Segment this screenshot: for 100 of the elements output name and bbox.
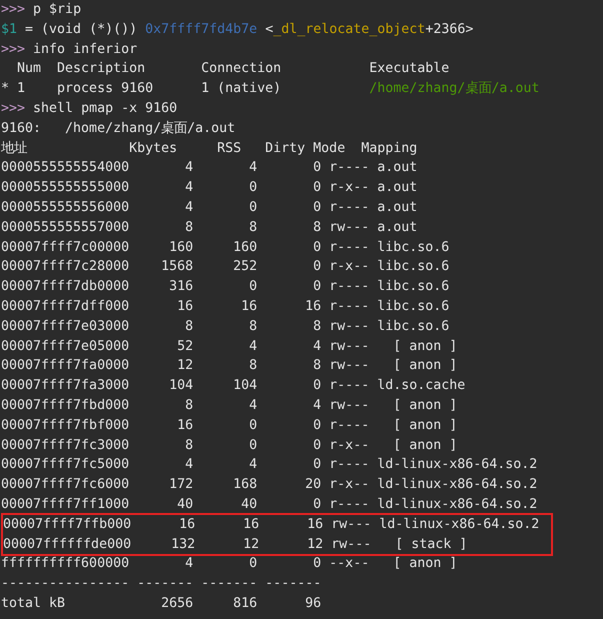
column-header: Dirty	[265, 140, 306, 158]
kbytes-cell-text: 1568	[161, 258, 194, 276]
mapping-cell-text: ld-linux-x86-64.so.2	[377, 496, 538, 514]
kbytes-cell-text: 52	[177, 338, 194, 356]
dirty-cell-text: 8	[313, 357, 322, 376]
console-text: info inferior	[32, 42, 138, 57]
dirty-cell-text: 4	[313, 338, 322, 356]
dirty-cell-text: 20	[305, 476, 322, 494]
total-label: total kB	[1, 594, 66, 613]
address-cell-text: 00007ffff7fc3000	[1, 436, 130, 455]
rss-cell-text: 40	[241, 496, 258, 514]
address-cell-text: 00007ffff7fc5000	[1, 456, 130, 474]
mode-cell-text: rw---	[329, 318, 370, 336]
mode-cell-text: r----	[329, 198, 370, 217]
address-cell-text: 00007ffff7e03000	[1, 318, 130, 336]
console-text: * 1 process 9160 1 (native)	[1, 81, 282, 96]
dirty-cell-text: 0	[313, 159, 322, 178]
dirty-cell-text: 0	[313, 198, 322, 217]
mode-cell-text: rw---	[329, 357, 370, 376]
address-cell-text: 00007ffff7fa0000	[1, 357, 130, 376]
console-text: shell pmap -x 9160	[32, 100, 178, 116]
address-cell-text: 00007ffff7c28000	[1, 258, 130, 276]
rss-cell-text: 0	[249, 416, 258, 435]
rss-cell-text: 16	[243, 516, 260, 534]
mapping-cell-text: ld.so.cache	[377, 377, 466, 396]
dirty-cell-text: 0	[313, 436, 322, 455]
address-cell-text: 00007ffff7fbd000	[1, 396, 130, 415]
mapping-cell-text: libc.so.6	[377, 318, 450, 336]
dirty-cell-text: 4	[313, 396, 322, 415]
rss-cell-text: 12	[243, 536, 260, 554]
kbytes-cell-text: 104	[169, 377, 194, 396]
mode-cell-text: r----	[329, 377, 370, 396]
address-cell-text: 00007ffff7ff1000	[1, 496, 130, 514]
mapping-cell-text: [ anon ]	[392, 396, 458, 415]
rss-cell-text: 8	[249, 218, 258, 237]
console-text: Num Description Connection Executable	[16, 61, 450, 76]
symbol-text: _dl_relocate_object	[273, 22, 426, 37]
mapping-cell-text: a.out	[377, 198, 418, 217]
rss-cell-text: 0	[249, 555, 258, 574]
prompt-text: >>>	[1, 2, 26, 17]
mode-cell-text: rw---	[329, 338, 370, 356]
kbytes-cell-text: 8	[185, 318, 194, 336]
address-cell-text: 00007ffff7dff000	[1, 298, 130, 316]
mapping-cell-text: ld-linux-x86-64.so.2	[377, 456, 538, 474]
column-header: Kbytes	[129, 140, 178, 158]
mapping-cell-text: a.out	[377, 179, 418, 198]
mapping-cell-text: [ stack ]	[394, 536, 468, 554]
mode-cell-text: --x--	[329, 555, 370, 574]
kbytes-cell-text: 40	[177, 496, 194, 514]
address-cell-text: ffffffffff600000	[1, 555, 130, 574]
column-header: Mapping	[361, 140, 418, 158]
prompt-text: >>>	[1, 42, 26, 57]
dirty-cell-text: 96	[305, 594, 322, 613]
column-header: 地址	[1, 140, 27, 158]
address-cell-text: 00007ffff7e05000	[1, 338, 130, 356]
mode-cell-text: r----	[329, 456, 370, 474]
mapping-cell-text: [ anon ]	[392, 416, 458, 435]
dirty-cell-text: 0	[313, 416, 322, 435]
dirty-cell-text: 12	[307, 536, 324, 554]
variable-text: $1	[1, 22, 18, 37]
rss-cell-text: 0	[249, 436, 258, 455]
mapping-cell-text: ld-linux-x86-64.so.2	[377, 476, 538, 494]
console-text: 9160: /home/zhang/桌面/a.out	[1, 120, 236, 136]
column-header: Mode	[313, 140, 346, 158]
address-cell-text: 0000555555554000	[1, 159, 130, 178]
mode-cell-text: r----	[329, 416, 370, 435]
column-header: RSS	[217, 140, 242, 158]
dirty-cell-text: 16	[305, 298, 322, 316]
kbytes-cell-text: 16	[179, 516, 196, 534]
rss-cell-text: 816	[233, 594, 258, 613]
rss-cell-text: 4	[249, 159, 258, 178]
dirty-cell-text: 0	[313, 377, 322, 396]
rss-cell-text: 168	[233, 476, 258, 494]
rss-cell-text: 16	[241, 298, 258, 316]
address-cell-text: 00007ffffffde000	[3, 536, 132, 554]
rss-cell-text: 0	[249, 278, 258, 296]
prompt-text: >>>	[1, 100, 26, 116]
kbytes-cell-text: 12	[177, 357, 194, 376]
mapping-cell-text: a.out	[377, 159, 418, 178]
address-cell-text: 0000555555555000	[1, 179, 130, 198]
mode-cell-text: r-x--	[329, 476, 370, 494]
mapping-cell-text: [ anon ]	[392, 357, 458, 376]
dirty-cell-text: 0	[313, 555, 322, 574]
console-text: <	[264, 22, 274, 37]
kbytes-cell-text: 4	[185, 179, 194, 198]
mode-cell-text: r----	[329, 278, 370, 296]
mapping-cell-text: libc.so.6	[377, 278, 450, 296]
rss-cell-text: 8	[249, 357, 258, 376]
rss-cell-text: 4	[249, 396, 258, 415]
address-cell-text: 00007ffff7c00000	[1, 238, 130, 257]
kbytes-cell-text: 172	[169, 476, 194, 494]
address-cell-text: 00007ffff7fc6000	[1, 476, 130, 494]
mapping-cell-text: libc.so.6	[377, 238, 450, 257]
mode-cell-text: r----	[329, 496, 370, 514]
address-cell-text: 0000555555556000	[1, 198, 130, 217]
mode-cell-text: rw---	[331, 516, 372, 534]
mapping-cell-text: [ anon ]	[392, 555, 458, 574]
address-cell-text: 0000555555557000	[1, 218, 130, 237]
dirty-cell-text: 8	[313, 218, 322, 237]
kbytes-cell-text: 16	[177, 298, 194, 316]
